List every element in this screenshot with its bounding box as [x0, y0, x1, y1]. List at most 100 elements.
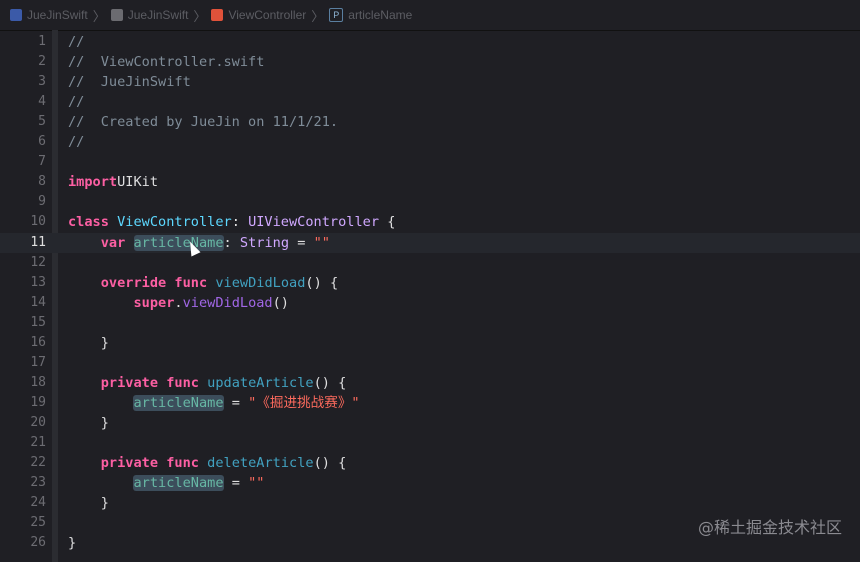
code-line[interactable]: 12 — [0, 253, 860, 273]
code-text: articleName = "" — [68, 473, 264, 493]
code-token: { — [379, 214, 396, 231]
code-token: func — [174, 274, 208, 291]
breadcrumb-item[interactable]: ParticleName — [329, 8, 412, 22]
code-line[interactable]: 21 — [0, 433, 860, 453]
code-line[interactable]: 22 private func deleteArticle() { — [0, 453, 860, 473]
code-token: . — [174, 294, 183, 311]
code-text: private func updateArticle() { — [68, 373, 347, 393]
code-line[interactable]: 17 — [0, 353, 860, 373]
code-line[interactable]: 10 class ViewController: UIViewController… — [0, 212, 860, 232]
code-token: var — [100, 234, 126, 251]
code-token: ViewController — [117, 214, 232, 231]
line-number: 10 — [30, 214, 46, 230]
breadcrumb-label: JueJinSwift — [127, 8, 189, 22]
code-token: = — [223, 475, 249, 492]
breadcrumb-label: JueJinSwift — [27, 8, 88, 22]
code-line[interactable]: 5 // Created by JueJin on 11/1/21. — [0, 112, 860, 132]
breadcrumb-label: articleName — [348, 8, 413, 22]
code-text: override func viewDidLoad() { — [68, 273, 338, 293]
code-editor[interactable]: 1 // 2 // ViewController.swift 3 // JueJinSwi… — [0, 30, 860, 562]
line-number: 2 — [38, 54, 46, 70]
code-line[interactable]: 11 var articleName: String = "" — [0, 232, 860, 253]
line-number: 5 — [38, 114, 46, 130]
line-number: 22 — [30, 455, 46, 471]
line-number: 23 — [30, 475, 46, 491]
code-text: // JueJinSwift — [68, 72, 191, 92]
code-token: private — [100, 455, 159, 472]
breadcrumb-item[interactable]: JueJinSwift — [110, 8, 189, 22]
line-number: 14 — [30, 294, 46, 310]
code-token: } — [68, 414, 109, 431]
breadcrumb-separator-icon: 〉 — [311, 8, 325, 24]
code-line[interactable]: 2 // ViewController.swift — [0, 52, 860, 72]
code-token: () { — [313, 455, 347, 472]
code-line[interactable]: 7 — [0, 152, 860, 172]
code-token: import — [68, 174, 118, 191]
breadcrumb-label: ViewController — [228, 8, 307, 22]
highlighted-symbol: articleName — [133, 234, 224, 251]
code-text: } — [68, 493, 109, 513]
code-token: private — [100, 374, 159, 391]
code-token: // Created by JueJin on 11/1/21. — [68, 114, 339, 131]
code-line[interactable]: 15 — [0, 313, 860, 333]
code-token: // — [68, 94, 85, 111]
code-token: String — [239, 234, 290, 251]
code-token: } — [68, 334, 109, 351]
code-line[interactable]: 20 } — [0, 413, 860, 433]
code-line[interactable]: 1 // — [0, 32, 860, 52]
line-number: 8 — [38, 174, 46, 190]
line-number: 18 — [30, 374, 46, 390]
code-line[interactable]: 18 private func updateArticle() { — [0, 373, 860, 393]
code-token: : — [231, 214, 249, 231]
code-token: () { — [313, 374, 347, 391]
code-line[interactable]: 24 } — [0, 493, 860, 513]
line-number: 19 — [30, 394, 46, 410]
code-token: UIKit — [117, 174, 159, 191]
line-number: 7 — [38, 154, 46, 170]
code-token: "" — [248, 475, 265, 492]
code-line[interactable]: 13 override func viewDidLoad() { — [0, 273, 860, 293]
code-token: override — [100, 274, 167, 291]
code-token: } — [68, 495, 109, 512]
project-icon — [10, 9, 22, 21]
code-text: } — [68, 333, 109, 353]
code-line[interactable]: 14 super.viewDidLoad() — [0, 293, 860, 313]
line-number: 15 — [30, 314, 46, 330]
code-text: } — [68, 413, 109, 433]
code-line[interactable]: 6 // — [0, 132, 860, 152]
code-line[interactable]: 8 importUIKit — [0, 172, 860, 192]
folder-icon — [110, 9, 123, 21]
breadcrumb-item[interactable]: JueJinSwift — [10, 8, 88, 22]
code-token: super — [133, 294, 175, 311]
code-text: } — [68, 533, 76, 553]
code-token: } — [68, 535, 77, 552]
code-line[interactable]: 4 // — [0, 92, 860, 112]
code-line[interactable]: 9 — [0, 192, 860, 212]
code-token: () — [272, 294, 289, 311]
code-line[interactable]: 19 articleName = "《掘进挑战赛》" — [0, 393, 860, 413]
line-number: 21 — [30, 435, 46, 450]
code-line[interactable]: 16 } — [0, 333, 860, 353]
line-number: 24 — [30, 495, 46, 511]
code-line[interactable]: 23 articleName = "" — [0, 473, 860, 493]
line-number: 20 — [30, 414, 46, 430]
line-number: 26 — [30, 535, 46, 551]
code-token: // — [68, 34, 85, 50]
code-token: viewDidLoad — [182, 294, 273, 311]
code-token: deleteArticle — [207, 455, 314, 472]
code-line[interactable]: 3 // JueJinSwift — [0, 72, 860, 92]
breadcrumb-separator-icon: 〉 — [92, 8, 106, 24]
code-text: // ViewController.swift — [68, 52, 264, 72]
breadcrumb-item[interactable]: ViewController — [211, 8, 306, 22]
code-token: // ViewController.swift — [68, 54, 265, 71]
breadcrumb-separator-icon: 〉 — [193, 8, 207, 24]
code-token: = — [289, 234, 314, 251]
breadcrumb: JueJinSwift 〉 JueJinSwift 〉 ViewController 〉 P… — [0, 0, 860, 31]
